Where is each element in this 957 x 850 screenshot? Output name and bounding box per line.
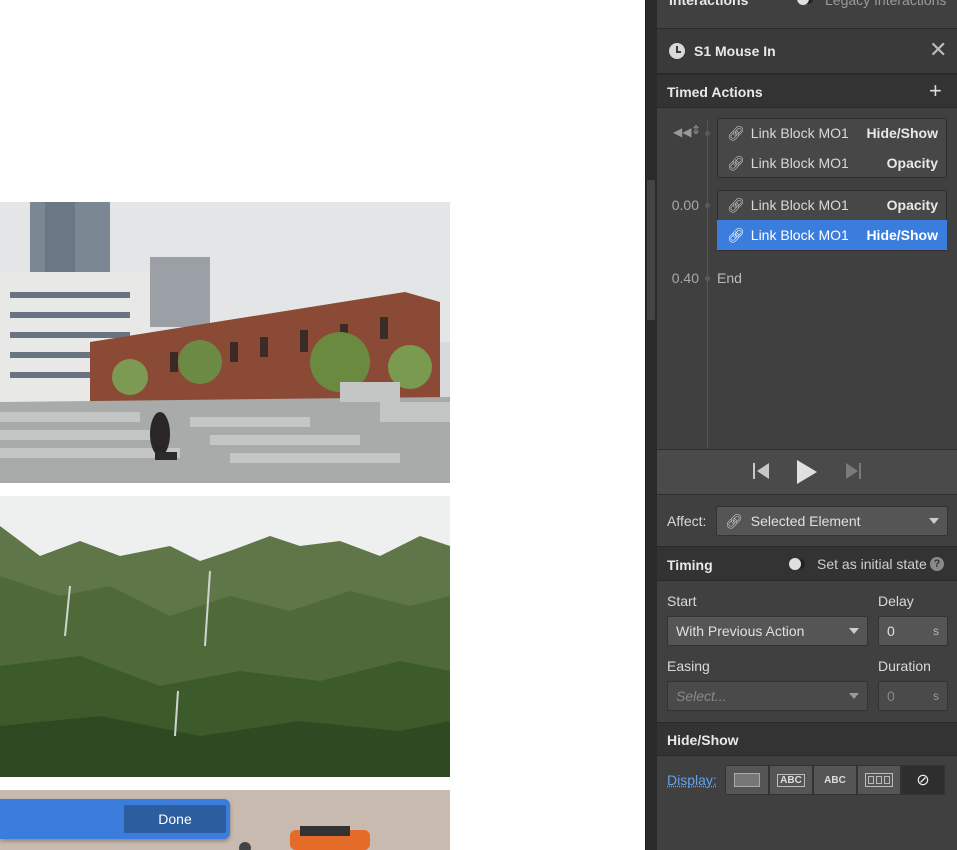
end-time: 0.40 xyxy=(671,270,699,286)
initial-state-toggle[interactable] xyxy=(789,558,805,570)
done-button[interactable]: Done xyxy=(124,805,226,833)
reorder-icon[interactable]: ⇕ xyxy=(691,123,701,137)
add-action-icon[interactable]: + xyxy=(929,78,942,104)
link-icon: 🔗︎ xyxy=(725,512,743,529)
timeline-dot xyxy=(705,131,710,136)
playback-controls xyxy=(657,449,957,495)
timed-action-item[interactable]: 🔗︎ Link Block MO1 Opacity xyxy=(717,190,947,220)
trigger-title: S1 Mouse In xyxy=(694,43,776,59)
inline-icon: ABC xyxy=(824,774,846,786)
scrollbar-thumb[interactable] xyxy=(647,180,655,320)
timed-actions-header: Timed Actions + xyxy=(657,74,957,108)
chevron-down-icon xyxy=(849,628,859,634)
eye-off-icon: ⊘ xyxy=(916,772,930,789)
timing-title: Timing xyxy=(667,557,713,573)
timed-action-item[interactable]: 🔗︎ Link Block MO1 Opacity xyxy=(717,148,947,178)
easing-label: Easing xyxy=(667,658,710,674)
duration-label: Duration xyxy=(878,658,931,674)
affect-select[interactable]: 🔗︎ Selected Element xyxy=(716,506,948,536)
clock-icon xyxy=(669,43,685,59)
display-flex-button[interactable] xyxy=(857,765,901,795)
timed-action-item-selected[interactable]: 🔗︎ Link Block MO1 Hide/Show xyxy=(717,220,947,250)
block-icon xyxy=(734,773,760,787)
display-none-button[interactable]: ⊘ xyxy=(901,765,945,795)
legacy-toggle[interactable] xyxy=(797,0,813,5)
timed-actions-title: Timed Actions xyxy=(667,84,763,100)
chevron-down-icon xyxy=(849,693,859,699)
delay-label: Delay xyxy=(878,593,914,609)
group-time: 0.00 xyxy=(671,197,699,213)
link-icon: 🔗︎ xyxy=(727,124,745,141)
link-icon: 🔗︎ xyxy=(727,196,745,213)
play-icon[interactable] xyxy=(797,460,817,484)
skip-back-icon[interactable] xyxy=(753,463,755,479)
legacy-label: Legacy Interactions xyxy=(825,0,947,8)
timeline-dot xyxy=(705,203,710,208)
skip-forward-bar xyxy=(859,463,861,479)
link-icon: 🔗︎ xyxy=(727,226,745,243)
timeline-line xyxy=(707,120,708,448)
timing-header: Timing Set as initial state ? xyxy=(657,546,957,581)
affect-label: Affect: xyxy=(667,513,707,529)
timeline-dot xyxy=(705,276,710,281)
help-icon[interactable]: ? xyxy=(930,557,944,571)
display-inline-block-button[interactable]: ABC xyxy=(769,765,813,795)
interactions-title: Interactions xyxy=(669,0,749,8)
chevron-down-icon xyxy=(929,518,939,524)
rewind-icon[interactable]: ◀◀ xyxy=(673,125,691,139)
designer-canvas[interactable]: Done xyxy=(0,0,645,850)
city-building-photo[interactable] xyxy=(0,202,450,483)
easing-select[interactable]: Select... xyxy=(667,681,868,711)
display-block-button[interactable] xyxy=(725,765,769,795)
trigger-header: S1 Mouse In ✕ xyxy=(657,28,957,74)
skip-back-arrow xyxy=(757,463,769,479)
start-select[interactable]: With Previous Action xyxy=(667,616,868,646)
display-inline-button[interactable]: ABC xyxy=(813,765,857,795)
display-label[interactable]: Display: xyxy=(667,772,717,788)
interactions-header: Interactions Legacy Interactions xyxy=(657,0,957,16)
timed-action-item[interactable]: 🔗︎ Link Block MO1 Hide/Show xyxy=(717,118,947,148)
done-bar: Done xyxy=(0,799,230,839)
mountain-waterfall-photo[interactable] xyxy=(0,496,450,777)
close-icon[interactable]: ✕ xyxy=(929,39,947,61)
start-label: Start xyxy=(667,593,697,609)
flex-icon xyxy=(865,773,893,787)
initial-state-label: Set as initial state xyxy=(817,556,927,572)
link-icon: 🔗︎ xyxy=(727,154,745,171)
end-label: End xyxy=(717,270,742,286)
inline-block-icon: ABC xyxy=(777,773,805,787)
delay-input[interactable]: 0 s xyxy=(878,616,948,646)
hideshow-title: Hide/Show xyxy=(667,732,739,748)
interactions-panel: Interactions Legacy Interactions S1 Mous… xyxy=(657,0,957,850)
skip-forward-icon[interactable] xyxy=(846,463,858,479)
hideshow-header: Hide/Show xyxy=(657,722,957,756)
panel-divider xyxy=(645,0,657,850)
duration-input[interactable]: 0 s xyxy=(878,681,948,711)
